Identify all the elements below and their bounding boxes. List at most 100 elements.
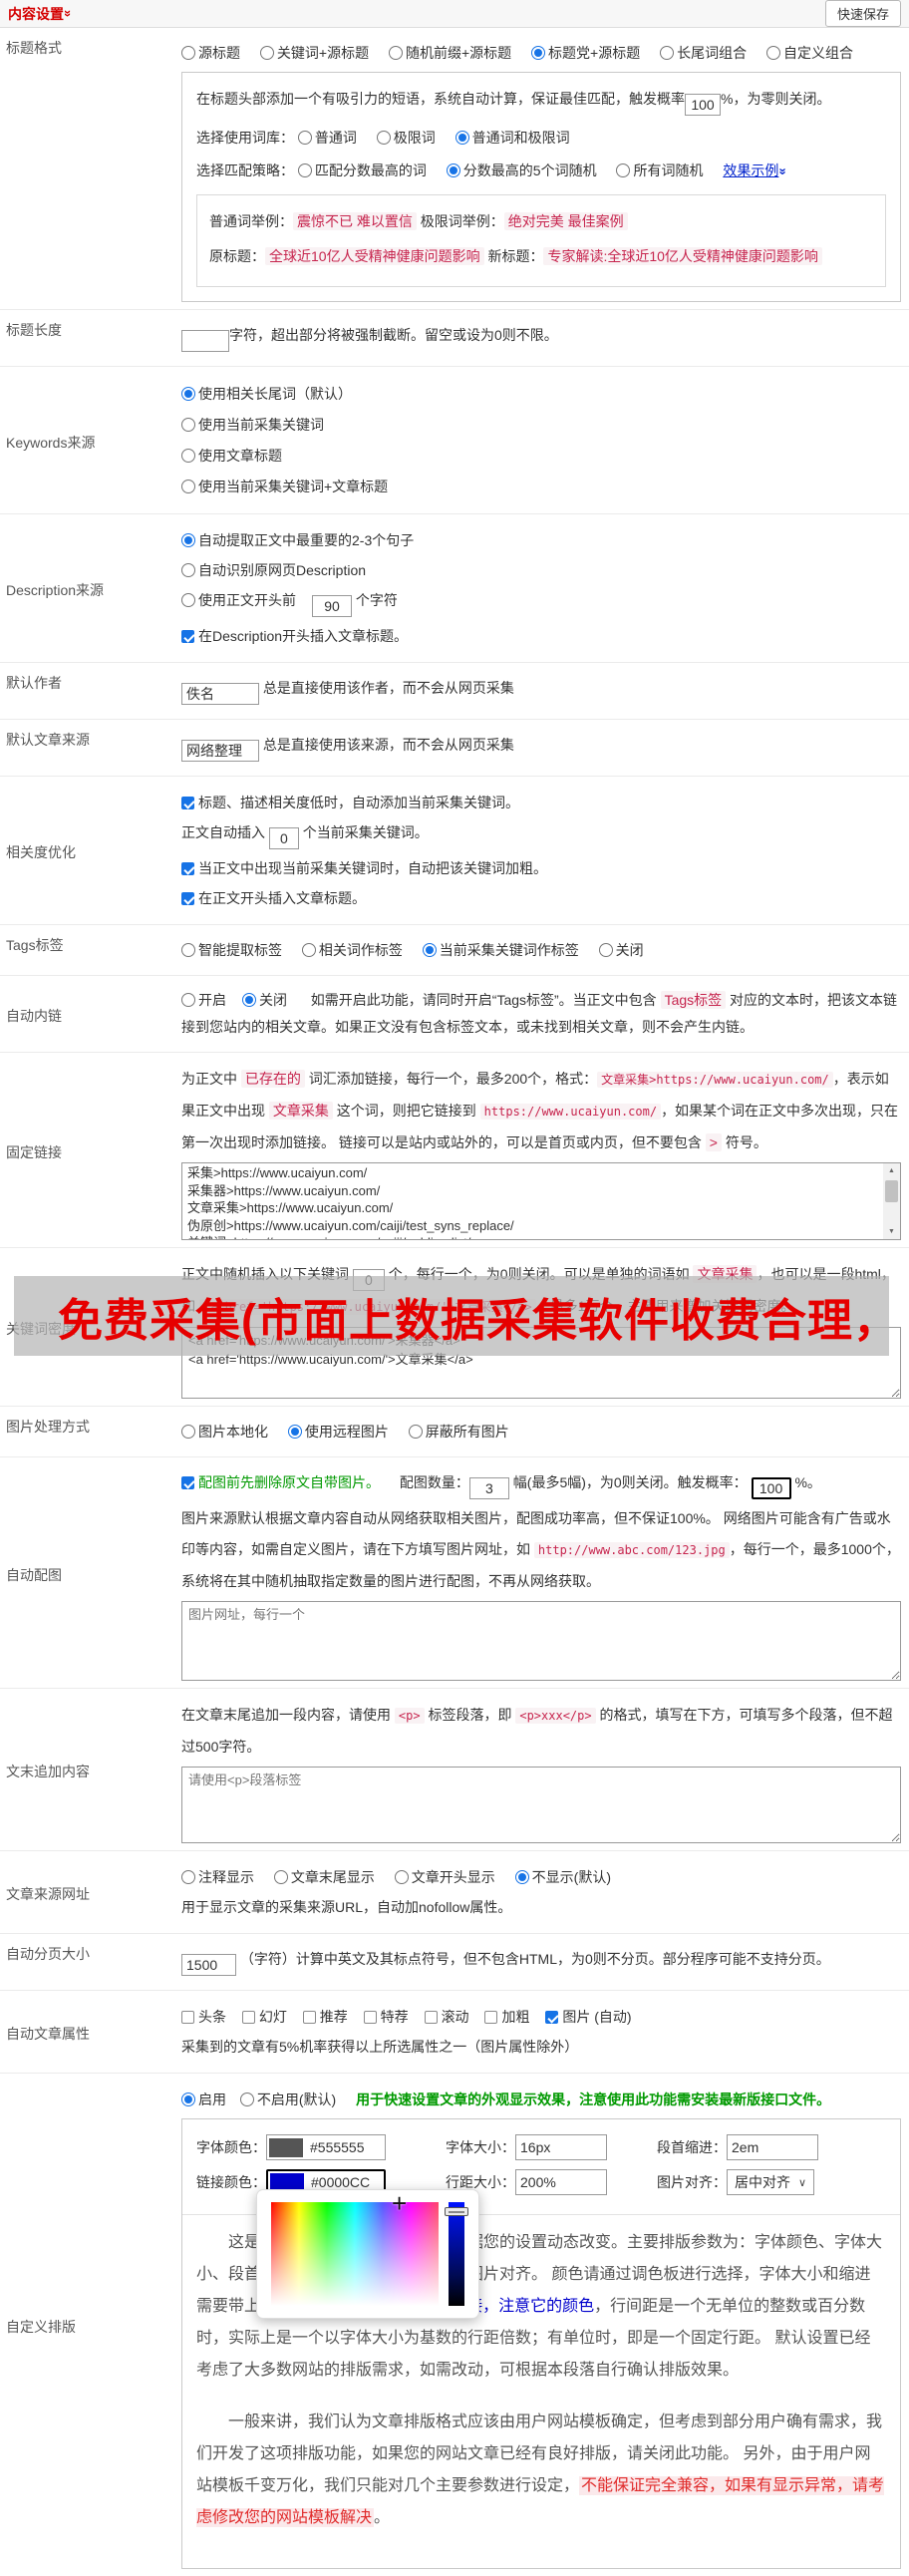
checkbox-add-keywords-low-relevance[interactable]: 标题、描述相关度低时，自动添加当前采集关键词。 [181, 795, 519, 810]
radio-option-custom[interactable]: 自定义组合 [766, 45, 853, 61]
checkbox-attr-special[interactable]: 特荐 [363, 2009, 409, 2025]
radio-option-smart-tags[interactable]: 智能提取标签 [181, 942, 282, 958]
keyword-density-count-input[interactable] [352, 1269, 385, 1291]
radio-option-end-display[interactable]: 文章末尾显示 [273, 1869, 375, 1885]
radio-icon [394, 1870, 409, 1884]
checkbox-attr-recommend[interactable]: 推荐 [302, 2009, 348, 2025]
radio-option-keyword-tags[interactable]: 当前采集关键词作标签 [422, 942, 579, 958]
row-keyword-density: 关键词密度 正文中随机插入以下关键词 个，每行一个，为0则关闭。可以是单独的词语… [0, 1248, 909, 1407]
radio-icon [259, 46, 274, 60]
radio-option-localize-images[interactable]: 图片本地化 [181, 1424, 268, 1440]
scrollbar[interactable]: ▲ ▼ [883, 1163, 900, 1239]
scroll-down-icon[interactable]: ▼ [883, 1224, 900, 1239]
radio-option-related-tags[interactable]: 相关词作标签 [301, 942, 403, 958]
checkbox-attr-headline[interactable]: 头条 [181, 2009, 226, 2025]
insert-keywords-count-input[interactable] [268, 827, 299, 849]
scroll-up-icon[interactable]: ▲ [883, 1163, 900, 1178]
radio-icon [660, 46, 675, 60]
checkbox-attr-scroll[interactable]: 滚动 [424, 2009, 469, 2025]
radio-option-longtail[interactable]: 长尾词组合 [660, 45, 747, 61]
radio-icon [181, 1870, 195, 1884]
radio-option-normal-words[interactable]: 普通词 [297, 130, 357, 146]
checkbox-bold-keywords[interactable]: 当正文中出现当前采集关键词时，自动把该关键词加粗。 [181, 860, 547, 876]
radio-option-extreme-words[interactable]: 极限词 [376, 130, 436, 146]
radio-option-innerlink-on[interactable]: 开启 [181, 992, 226, 1008]
radio-option-keyword-source[interactable]: 关键词+源标题 [259, 45, 369, 61]
typeset-note: 用于快速设置文章的外观显示效果，注意使用此功能需安装最新版接口文件。 [356, 2092, 831, 2107]
slider-handle[interactable] [445, 2207, 468, 2216]
radio-option-prefix-source[interactable]: 随机前缀+源标题 [388, 45, 511, 61]
keyword-density-textarea[interactable]: <a href='https://www.ucaiyun.com/'>采集器</… [181, 1327, 901, 1399]
fixed-links-textarea[interactable]: 采集>https://www.ucaiyun.com/ 采集器>https://… [181, 1162, 901, 1240]
radio-icon [181, 480, 195, 493]
row-relevance: 相关度优化 标题、描述相关度低时，自动添加当前采集关键词。 正文自动插入 个当前… [0, 777, 909, 925]
radio-option-top5-random[interactable]: 分数最高的5个词随机 [446, 162, 597, 178]
radio-icon [181, 943, 195, 957]
radio-icon [376, 131, 391, 145]
radio-option-page-description[interactable]: 自动识别原网页Description [181, 562, 366, 578]
radio-option-article-title[interactable]: 使用文章标题 [181, 448, 282, 464]
row-label: 标题长度 [6, 322, 62, 338]
row-keywords-source: Keywords来源 使用相关长尾词（默认） 使用当前采集关键词 使用文章标题 … [0, 367, 909, 514]
row-article-attrs: 自动文章属性 头条 幻灯 推荐 特荐 滚动 加粗 图片 (自动) 采集到的文章有… [0, 1991, 909, 2074]
scrollbar-thumb[interactable] [885, 1180, 898, 1202]
radio-option-remote-images[interactable]: 使用远程图片 [287, 1424, 389, 1440]
radio-option-highest-score[interactable]: 匹配分数最高的词 [297, 162, 427, 178]
radio-option-keywords-plus-title[interactable]: 使用当前采集关键词+文章标题 [181, 479, 388, 494]
line-height-input[interactable] [515, 2169, 607, 2195]
checkbox-icon [302, 2011, 316, 2024]
radio-option-longtail-default[interactable]: 使用相关长尾词（默认） [181, 386, 352, 402]
radio-option-current-keywords[interactable]: 使用当前采集关键词 [181, 417, 324, 433]
radio-option-no-display[interactable]: 不显示(默认) [514, 1869, 611, 1885]
font-color-input[interactable]: #555555 [266, 2134, 386, 2160]
radio-icon [181, 387, 195, 401]
default-source-input[interactable] [181, 740, 259, 762]
radio-option-comment-display[interactable]: 注释显示 [181, 1869, 254, 1885]
checkbox-attr-slide[interactable]: 幻灯 [241, 2009, 287, 2025]
brightness-slider[interactable] [445, 2202, 468, 2306]
radio-option-source-title[interactable]: 源标题 [181, 45, 240, 61]
checkbox-attr-image[interactable]: 图片 (自动) [545, 2009, 632, 2025]
checkbox-insert-title-body[interactable]: 在正文开头插入文章标题。 [181, 890, 366, 906]
color-picker-popup: + [256, 2188, 479, 2319]
radio-icon [242, 993, 256, 1007]
radio-option-block-images[interactable]: 屏蔽所有图片 [408, 1424, 509, 1440]
page-size-input[interactable] [181, 1954, 236, 1976]
radio-icon [301, 943, 316, 957]
radio-option-start-display[interactable]: 文章开头显示 [394, 1869, 495, 1885]
image-urls-textarea[interactable] [181, 1601, 901, 1681]
font-size-input[interactable] [515, 2134, 607, 2160]
description-chars-input[interactable] [312, 595, 352, 617]
radio-icon [598, 943, 613, 957]
row-label: 默认作者 [6, 675, 62, 691]
checkbox-attr-bold[interactable]: 加粗 [484, 2009, 529, 2025]
image-align-select[interactable]: 居中对齐 ∨ [727, 2169, 815, 2195]
radio-option-both-words[interactable]: 普通词和极限词 [454, 130, 570, 146]
trigger-probability-input[interactable] [685, 94, 721, 116]
radio-option-typeset-on[interactable]: 启用 [181, 2092, 226, 2107]
radio-option-first-chars[interactable]: 使用正文开头前 [181, 592, 296, 608]
row-append-content: 文末追加内容 在文章末尾追加一段内容，请使用 <p> 标签段落，即 <p>xxx… [0, 1689, 909, 1851]
saturation-gradient-area[interactable]: + [271, 2188, 439, 2306]
row-label: 自动文章属性 [6, 2026, 90, 2042]
image-count-input[interactable] [468, 1477, 509, 1499]
radio-option-clickbait-source[interactable]: 标题党+源标题 [531, 45, 640, 61]
radio-icon [454, 131, 469, 145]
radio-option-innerlink-off[interactable]: 关闭 [242, 992, 287, 1008]
radio-option-all-random[interactable]: 所有词随机 [616, 162, 703, 178]
chevron-down-icon[interactable]: » [61, 10, 76, 17]
crosshair-icon[interactable]: + [392, 2188, 407, 2219]
radio-option-typeset-off[interactable]: 不启用(默认) [239, 2092, 336, 2107]
append-content-textarea[interactable] [181, 1767, 901, 1843]
checkbox-delete-original-images[interactable]: 配图前先删除原文自带图片。 [181, 1474, 380, 1490]
checkbox-insert-title-description[interactable]: 在Description开头插入文章标题。 [181, 628, 408, 644]
row-custom-typeset: 自定义排版 启用 不启用(默认) 用于快速设置文章的外观显示效果，注意使用此功能… [0, 2074, 909, 2576]
radio-option-auto-extract[interactable]: 自动提取正文中最重要的2-3个句子 [181, 532, 414, 548]
indent-input[interactable] [727, 2134, 818, 2160]
image-probability-input[interactable] [751, 1477, 791, 1499]
title-length-input[interactable] [181, 330, 229, 352]
effect-example-link[interactable]: 效果示例 [723, 162, 778, 178]
default-author-input[interactable] [181, 683, 259, 705]
quick-save-button[interactable]: 快速保存 [824, 0, 901, 27]
radio-option-tags-off[interactable]: 关闭 [598, 942, 644, 958]
